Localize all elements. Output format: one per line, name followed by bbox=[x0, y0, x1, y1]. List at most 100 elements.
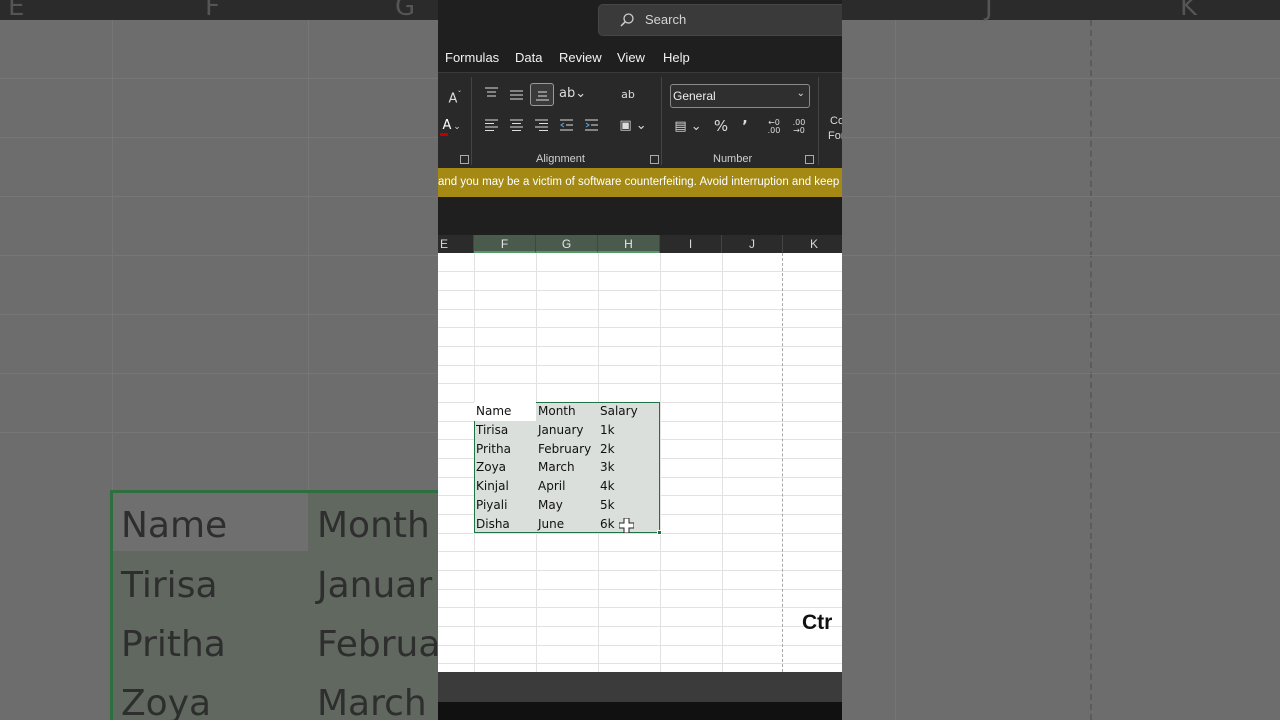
gridline bbox=[722, 253, 723, 672]
align-right-icon[interactable] bbox=[534, 119, 549, 131]
search-placeholder: Search bbox=[645, 12, 687, 27]
conditional-formatting-label-2[interactable]: For bbox=[828, 128, 842, 144]
wrap-text-icon[interactable]: ab bbox=[620, 87, 636, 103]
increase-decimal-icon[interactable]: ←0.00 bbox=[764, 119, 784, 135]
cell-cursor-icon bbox=[619, 518, 634, 533]
bg-selected-table: Name Month Tirisa Januar Pritha Februa Z… bbox=[110, 490, 453, 720]
status-bar bbox=[438, 672, 842, 702]
table-cell[interactable]: 3k bbox=[600, 458, 615, 477]
bg-cell: Januar bbox=[317, 565, 433, 606]
top-align-icon[interactable] bbox=[484, 87, 499, 99]
warning-text: and you may be a victim of software coun… bbox=[438, 176, 840, 188]
merge-center-icon[interactable]: ▣ ⌄ bbox=[618, 118, 648, 134]
comma-style-icon[interactable]: ’ bbox=[738, 118, 752, 134]
table-cell[interactable]: Kinjal bbox=[476, 477, 509, 496]
bg-column-letter: J bbox=[985, 0, 993, 22]
ribbon-separator bbox=[818, 77, 819, 165]
column-header-k[interactable]: K bbox=[783, 235, 842, 253]
column-header-j[interactable]: J bbox=[722, 235, 783, 253]
tab-help[interactable]: Help bbox=[663, 50, 690, 65]
align-center-icon[interactable] bbox=[509, 119, 524, 131]
decrease-font-icon[interactable]: Aˇ bbox=[446, 87, 464, 107]
bg-cell: Februa bbox=[317, 624, 441, 665]
table-cell[interactable]: Pritha bbox=[476, 440, 511, 459]
table-cell[interactable]: Disha bbox=[476, 515, 510, 534]
ribbon-tabs: Formulas Data Review View Help bbox=[438, 40, 842, 72]
search-input[interactable]: Search bbox=[598, 4, 842, 36]
fill-handle[interactable] bbox=[657, 530, 662, 535]
bg-cell: Name bbox=[121, 505, 228, 546]
ribbon-separator bbox=[471, 77, 472, 165]
table-cell[interactable]: 5k bbox=[600, 496, 615, 515]
table-cell[interactable]: 1k bbox=[600, 421, 615, 440]
font-dialog-launcher-icon[interactable] bbox=[460, 155, 469, 164]
bottom-align-icon bbox=[536, 91, 549, 101]
bg-cell: Zoya bbox=[121, 683, 212, 720]
excel-window: Search Formulas Data Review View Help Aˇ… bbox=[438, 0, 842, 720]
number-group-label: Number bbox=[713, 153, 753, 165]
formula-bar-area bbox=[438, 197, 842, 228]
table-cell[interactable]: Piyali bbox=[476, 496, 507, 515]
search-icon bbox=[620, 13, 634, 27]
bg-column-letter: K bbox=[1180, 0, 1198, 22]
column-header-g[interactable]: G bbox=[536, 235, 598, 253]
orientation-icon[interactable]: ab⌄ bbox=[559, 86, 586, 102]
ribbon-separator bbox=[661, 77, 662, 165]
bg-cell: Pritha bbox=[121, 624, 226, 665]
tab-formulas[interactable]: Formulas bbox=[445, 50, 499, 65]
table-cell[interactable]: February bbox=[538, 440, 591, 459]
table-header-cell[interactable]: Month bbox=[538, 402, 576, 421]
chevron-down-icon: ⌄ bbox=[796, 88, 805, 99]
ribbon: Aˇ A ⌄ ab⌄ Alignment ab ▣ ⌄ General ⌄ ▤ … bbox=[438, 72, 842, 168]
table-header-cell[interactable]: Name bbox=[476, 402, 511, 421]
number-dialog-launcher-icon[interactable] bbox=[805, 155, 814, 164]
accounting-format-icon[interactable]: ▤ ⌄ bbox=[673, 119, 703, 135]
bg-cell: Tirisa bbox=[121, 565, 218, 606]
number-format-value: General bbox=[673, 89, 716, 103]
increase-indent-icon[interactable] bbox=[584, 119, 599, 131]
table-cell[interactable]: March bbox=[538, 458, 575, 477]
table-cell[interactable]: 2k bbox=[600, 440, 615, 459]
title-bar: Search bbox=[438, 0, 842, 40]
tab-view[interactable]: View bbox=[617, 50, 645, 65]
bg-column-letter: F bbox=[205, 0, 220, 22]
column-header-h[interactable]: H bbox=[598, 235, 660, 253]
activation-warning-bar: and you may be a victim of software coun… bbox=[438, 168, 842, 197]
gridline bbox=[660, 253, 661, 672]
chevron-down-icon[interactable]: ⌄ bbox=[452, 119, 462, 135]
table-header-cell[interactable]: Salary bbox=[600, 402, 638, 421]
alignment-dialog-launcher-icon[interactable] bbox=[650, 155, 659, 164]
decrease-indent-icon[interactable] bbox=[559, 119, 574, 131]
table-cell[interactable]: 4k bbox=[600, 477, 615, 496]
bg-column-letter: G bbox=[395, 0, 416, 22]
column-header-e[interactable]: E bbox=[438, 235, 474, 253]
middle-align-icon[interactable] bbox=[509, 89, 524, 101]
table-cell[interactable]: 6k bbox=[600, 515, 615, 534]
table-cell[interactable]: Zoya bbox=[476, 458, 506, 477]
bottom-edge bbox=[438, 702, 842, 720]
page-break-line bbox=[782, 253, 783, 672]
table-cell[interactable]: January bbox=[538, 421, 584, 440]
column-header-f[interactable]: F bbox=[474, 235, 536, 253]
bg-cell: Month bbox=[317, 505, 430, 546]
shortcut-overlay-text: Ctr bbox=[802, 611, 833, 634]
bottom-align-button[interactable] bbox=[530, 83, 554, 106]
column-header-row: E F G H I J K bbox=[438, 235, 842, 253]
conditional-formatting-label-1[interactable]: Co bbox=[830, 113, 842, 129]
percent-icon[interactable]: % bbox=[712, 118, 730, 134]
table-cell[interactable]: April bbox=[538, 477, 565, 496]
alignment-group-label: Alignment bbox=[536, 153, 585, 165]
number-format-select[interactable]: General ⌄ bbox=[670, 84, 810, 108]
tab-data[interactable]: Data bbox=[515, 50, 542, 65]
bg-column-letter: E bbox=[8, 0, 25, 22]
bg-cell: March bbox=[317, 683, 427, 720]
decrease-decimal-icon[interactable]: .00 →0 bbox=[789, 119, 809, 135]
tab-review[interactable]: Review bbox=[559, 50, 602, 65]
table-cell[interactable]: Tirisa bbox=[476, 421, 508, 440]
column-header-i[interactable]: I bbox=[660, 235, 722, 253]
align-left-icon[interactable] bbox=[484, 119, 499, 131]
table-cell[interactable]: June bbox=[538, 515, 564, 534]
worksheet-grid[interactable]: Name Month Salary Tirisa January 1k Prit… bbox=[438, 253, 842, 672]
bg-gridline bbox=[895, 20, 896, 720]
table-cell[interactable]: May bbox=[538, 496, 563, 515]
